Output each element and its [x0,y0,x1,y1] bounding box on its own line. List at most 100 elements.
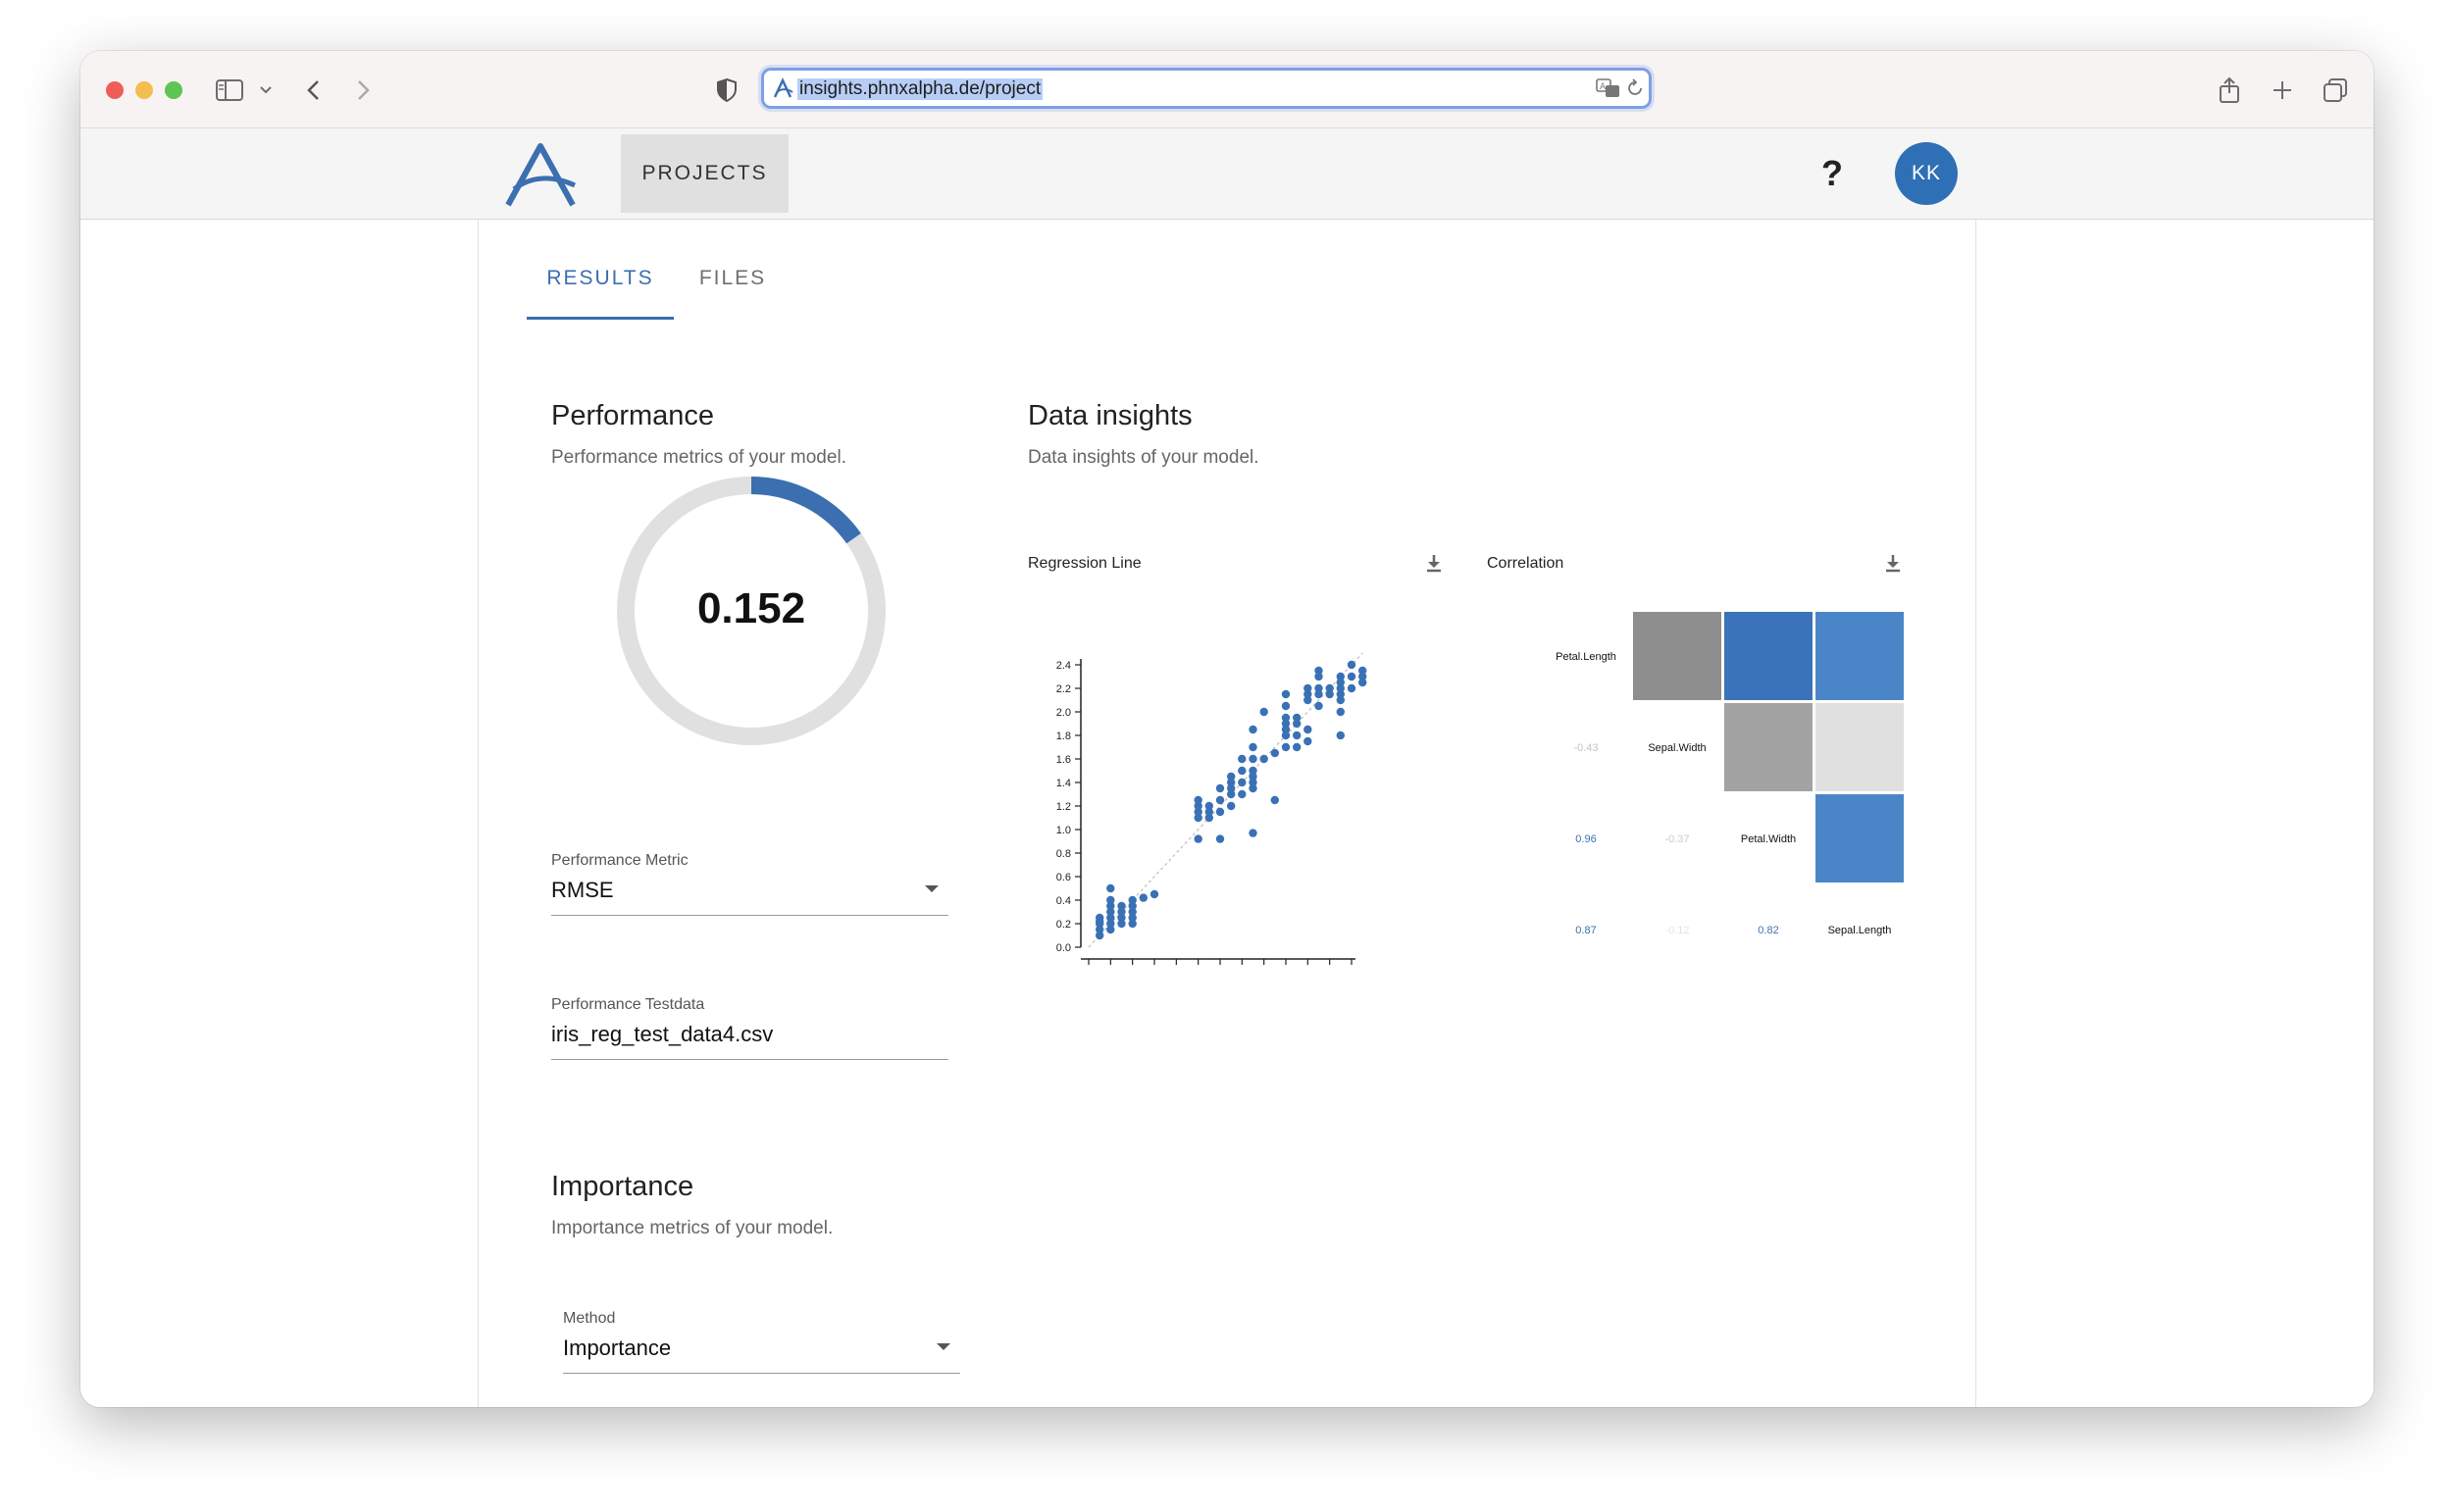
y-tick-label: 0.6 [1056,872,1071,883]
y-tick-label: 1.2 [1056,801,1071,813]
forward-icon[interactable] [351,73,375,108]
scatter-point [1194,795,1202,805]
scatter-point [1325,683,1334,693]
scatter-point [1293,742,1302,752]
back-icon[interactable] [302,73,326,108]
scatter-point [1293,713,1302,723]
svg-text:A: A [1600,82,1607,92]
help-button[interactable]: ? [1807,148,1858,199]
scatter-point [1336,731,1345,740]
scatter-point [1303,736,1312,746]
translate-icon[interactable]: A [1596,77,1621,104]
scatter-point [1238,789,1247,799]
sidebar-toggle-icon[interactable] [214,73,245,108]
scatter-point [1259,707,1268,717]
scatter-point [1249,754,1257,764]
zoom-window-button[interactable] [165,81,182,99]
scatter-point [1204,801,1213,811]
scatter-point [1293,731,1302,740]
correlation-value: 0.87 [1575,925,1596,936]
y-tick-label: 1.0 [1056,825,1071,836]
importance-method-value: Importance [563,1336,672,1360]
scatter-point [1347,683,1356,693]
scatter-point [1270,795,1279,805]
scatter-point [1117,901,1126,911]
scatter-point [1303,683,1312,693]
browser-window: insights.phnxalpha.de/project A PROJECTS… [80,51,2374,1407]
main-content: RESULTS FILES Performance Performance me… [80,220,2374,1407]
y-tick-label: 1.4 [1056,778,1071,789]
app-header: PROJECTS ? KK [80,128,2374,220]
scatter-point [1238,778,1247,787]
dropdown-arrow-icon [937,1343,950,1350]
scatter-point [1281,742,1291,752]
performance-metric-value: RMSE [551,878,614,902]
scatter-point [1249,829,1257,837]
scatter-point [1215,783,1225,793]
data-insights-title: Data insights [1028,400,1193,431]
correlation-cell [1815,794,1904,882]
regression-chart-title: Regression Line [1028,555,1142,572]
y-tick-label: 0.0 [1056,942,1071,954]
tab-files[interactable]: FILES [674,259,792,320]
dropdown-arrow-icon [925,885,939,892]
scatter-point [1347,660,1356,670]
scatter-point [1194,834,1202,843]
site-favicon-icon [773,77,793,98]
privacy-shield-icon[interactable] [714,73,740,108]
performance-testdata-value: iris_reg_test_data4.csv [551,1022,774,1046]
regression-chart: 0.00.00.20.20.40.40.60.60.80.81.01.01.21… [1056,652,1367,965]
correlation-value: 0.82 [1758,925,1778,936]
reload-icon[interactable] [1625,77,1645,104]
scatter-point [1270,748,1279,758]
scatter-point [1215,834,1225,843]
variable-label: Petal.Width [1741,833,1796,845]
tab-results[interactable]: RESULTS [527,259,674,320]
scatter-point [1314,701,1323,711]
address-bar[interactable]: insights.phnxalpha.de/project A [761,68,1652,109]
performance-title: Performance [551,400,715,431]
performance-metric-select[interactable]: Performance Metric RMSE [551,852,948,916]
performance-testdata-label: Performance Testdata [551,996,705,1013]
app-logo-icon[interactable] [502,140,579,209]
scatter-point [1238,754,1247,764]
performance-value: 0.152 [696,584,806,632]
y-tick-label: 2.2 [1056,683,1071,695]
variable-label: Sepal.Length [1828,925,1892,936]
chevron-down-icon[interactable] [257,73,275,108]
gauge-arc [750,477,861,544]
correlation-chart-title: Correlation [1487,555,1564,572]
scatter-point [1259,754,1268,764]
new-tab-icon[interactable] [2268,73,2297,108]
scatter-point [1281,689,1291,699]
minimize-window-button[interactable] [135,81,153,99]
scatter-point [1303,725,1312,734]
download-regression-icon[interactable] [1423,552,1445,574]
scatter-point [1215,795,1225,805]
scatter-point [1249,742,1257,752]
projects-button[interactable]: PROJECTS [621,134,789,213]
correlation-value: -0.12 [1664,925,1689,936]
scatter-point [1149,889,1159,899]
scatter-point [1106,883,1115,893]
scatter-point [1238,766,1247,776]
correlation-cell [1815,612,1904,700]
importance-method-select[interactable]: Method Importance [563,1310,960,1374]
share-icon[interactable] [2215,73,2244,108]
scatter-point [1281,713,1291,723]
tab-overview-icon[interactable] [2321,73,2350,108]
scatter-point [1249,725,1257,734]
y-tick-label: 2.0 [1056,707,1071,719]
close-window-button[interactable] [106,81,124,99]
performance-subtitle: Performance metrics of your model. [551,447,846,468]
scatter-point [1139,893,1148,902]
scatter-point [1215,807,1225,817]
scatter-point [1227,772,1236,781]
scatter-point [1096,913,1104,923]
performance-testdata-field[interactable]: Performance Testdata iris_reg_test_data4… [551,996,948,1060]
user-avatar[interactable]: KK [1895,142,1958,205]
correlation-chart: Petal.Length Sepal.Width Petal.Width Sepal.… [1556,612,1904,936]
correlation-cell [1724,612,1813,700]
y-tick-label: 0.2 [1056,919,1071,931]
download-correlation-icon[interactable] [1882,552,1904,574]
